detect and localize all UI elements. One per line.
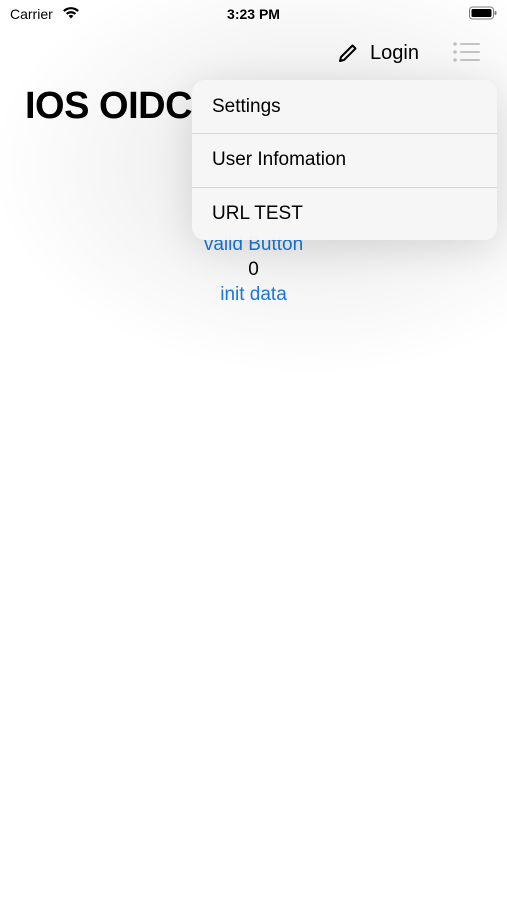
counter-value: 0 [248, 259, 259, 280]
menu-item-user-information[interactable]: User Infomation [192, 133, 497, 186]
page-title: IOS OIDC [25, 85, 193, 127]
pencil-icon [339, 44, 357, 62]
main-content: valid Button 0 init data [0, 232, 507, 307]
login-button[interactable]: Login [336, 38, 419, 68]
app-screen: Carrier 3:23 PM Login IOS OIDC valid But… [0, 0, 507, 900]
init-data-button[interactable]: init data [0, 282, 507, 307]
list-icon[interactable] [452, 40, 482, 64]
dropdown-menu: Settings User Infomation URL TEST [192, 80, 497, 240]
login-label: Login [370, 41, 419, 64]
navigation-bar: Login [0, 28, 507, 78]
battery-icon [469, 6, 497, 20]
menu-item-url-test[interactable]: URL TEST [192, 186, 497, 240]
status-bar: Carrier 3:23 PM [0, 0, 507, 28]
clock: 3:23 PM [227, 6, 280, 22]
menu-item-settings[interactable]: Settings [192, 80, 497, 133]
